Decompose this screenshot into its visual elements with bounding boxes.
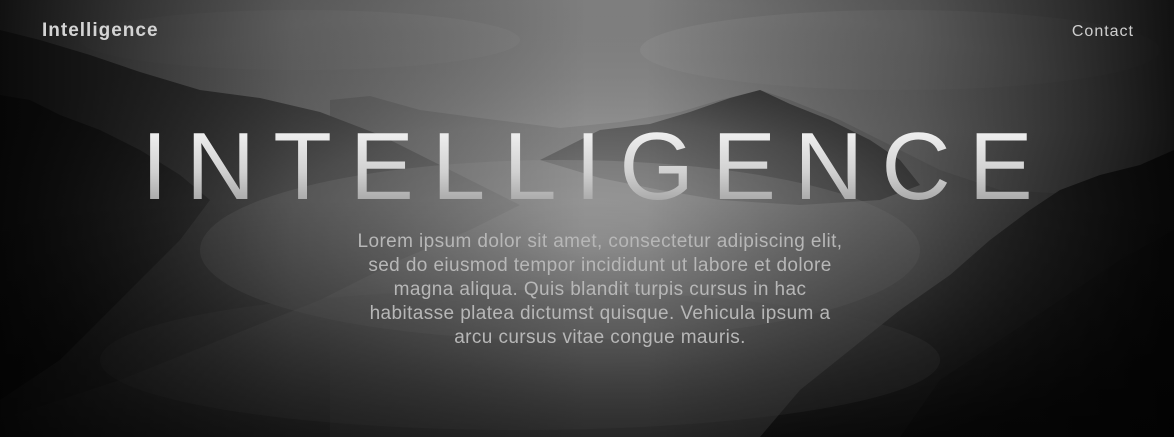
hero-description: Lorem ipsum dolor sit amet, consectetur … [357,231,843,348]
brand-link[interactable]: Intelligence [42,20,159,42]
hero-title: INTELLIGENCE [0,112,1174,222]
contact-link[interactable]: Contact [1072,22,1134,42]
top-nav: Intelligence Contact [0,0,1174,64]
hero-section: Intelligence Contact INTELLIGENCE Lorem … [0,0,1174,437]
